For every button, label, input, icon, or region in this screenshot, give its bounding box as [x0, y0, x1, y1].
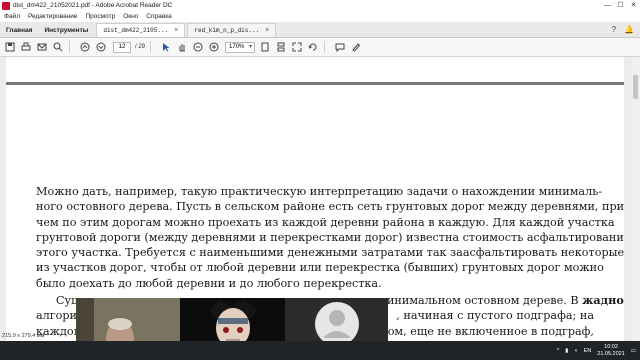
bold-term: жадном	[582, 293, 624, 308]
text-line: ного остовного дерева. Пусть в сельском …	[36, 200, 624, 214]
tab-home[interactable]: Главная	[0, 23, 38, 37]
tab-close-icon[interactable]: ×	[174, 27, 178, 35]
toolbar-divider	[324, 41, 326, 53]
volume-icon[interactable]: ◖	[574, 348, 577, 354]
fit-page-icon[interactable]	[259, 41, 271, 53]
text-line: этого участка. Требуется с наименьшими д…	[36, 246, 624, 260]
text-line: было доехать до любой деревни и до любог…	[36, 276, 382, 290]
zoom-select[interactable]: 170%	[225, 41, 256, 53]
tab-document-2-label: red_kim_n_p_dis...	[194, 27, 260, 34]
vertical-scrollbar[interactable]	[631, 57, 640, 343]
tab-document-1-label: dist_dm422_2105...	[103, 27, 169, 34]
text-line: чем по этим дорогам можно проехать из ка…	[36, 215, 615, 229]
menu-file[interactable]: Файл	[0, 13, 24, 20]
menu-window[interactable]: Окно	[119, 13, 142, 20]
full-screen-icon[interactable]	[291, 41, 303, 53]
page-divider	[6, 82, 624, 85]
search-icon[interactable]	[52, 41, 64, 53]
menu-view[interactable]: Просмотр	[82, 13, 120, 20]
text-fragment-left: алгори	[36, 309, 77, 323]
text-line: Можно дать, например, такую практическую…	[36, 185, 603, 198]
tab-bar-right: ? 🔔	[612, 25, 634, 34]
notifications-icon[interactable]: ▭	[631, 348, 636, 354]
tab-bar: Главная Инструменты dist_dm422_2105... ×…	[0, 22, 640, 38]
menu-bar: Файл Редактирование Просмотр Окно Справк…	[0, 11, 640, 22]
window-title: dist_dm422_21052021.pdf - Adobe Acrobat …	[13, 2, 173, 9]
minimize-button[interactable]: —	[603, 1, 612, 10]
zoom-out-icon[interactable]	[192, 41, 204, 53]
page-number-input[interactable]: 12	[113, 41, 131, 53]
scrollbar-thumb[interactable]	[633, 75, 638, 99]
tab-document-1[interactable]: dist_dm422_2105... ×	[96, 23, 186, 37]
scrolling-mode-icon[interactable]	[275, 41, 287, 53]
clock-date: 21.05.2021	[597, 350, 625, 357]
highlight-pen-icon[interactable]	[350, 41, 362, 53]
title-bar: dist_dm422_21052021.pdf - Adobe Acrobat …	[0, 0, 640, 11]
next-page-icon[interactable]	[95, 41, 107, 53]
tab-tools[interactable]: Инструменты	[38, 23, 94, 37]
print-icon[interactable]	[20, 41, 32, 53]
comment-icon[interactable]	[334, 41, 346, 53]
text-fragment-right: ом, еще не включенное в подграф,	[387, 324, 594, 338]
maximize-button[interactable]: ☐	[616, 1, 625, 10]
network-icon[interactable]: ▮	[565, 348, 568, 354]
tab-close-icon[interactable]: ×	[265, 27, 269, 35]
page-total: / 29	[135, 44, 146, 50]
rotate-icon[interactable]	[307, 41, 319, 53]
toolbar-divider	[150, 41, 152, 53]
hand-tool-icon[interactable]	[176, 41, 188, 53]
paragraph-1: Можно дать, например, такую практическую…	[36, 184, 624, 291]
clock[interactable]: 10:02 21.05.2021	[597, 344, 625, 358]
previous-page-icon[interactable]	[79, 41, 91, 53]
windows-taskbar: ^ ▮ ◖ EN 10:02 21.05.2021 ▭	[0, 341, 640, 360]
text-line: из участков дорог, чтобы от любой деревн…	[36, 261, 604, 275]
clock-time: 10:02	[604, 343, 618, 350]
chevron-up-icon[interactable]: ^	[557, 348, 560, 354]
system-tray: ^ ▮ ◖ EN 10:02 21.05.2021 ▭	[557, 341, 636, 360]
select-cursor-icon[interactable]	[160, 41, 172, 53]
close-button[interactable]: ✕	[629, 1, 638, 10]
notification-icon[interactable]: 🔔	[624, 25, 634, 34]
email-icon[interactable]	[36, 41, 48, 53]
acrobat-icon	[2, 1, 10, 10]
language-indicator[interactable]: EN	[584, 348, 592, 354]
text-fragment-right: , начиная с пустого подграфа; на	[396, 309, 594, 323]
zoom-in-icon[interactable]	[208, 41, 220, 53]
menu-edit[interactable]: Редактирование	[24, 13, 82, 20]
toolbar: 12 / 29 170%	[0, 38, 640, 57]
window-controls: — ☐ ✕	[603, 0, 638, 11]
save-icon[interactable]	[4, 41, 16, 53]
tab-document-2[interactable]: red_kim_n_p_dis... ×	[187, 23, 277, 37]
text-line: грунтовой дороги (между деревнями и пере…	[36, 230, 624, 244]
toolbar-divider	[69, 41, 70, 53]
menu-help[interactable]: Справка	[142, 13, 176, 20]
help-icon[interactable]: ?	[612, 25, 616, 34]
